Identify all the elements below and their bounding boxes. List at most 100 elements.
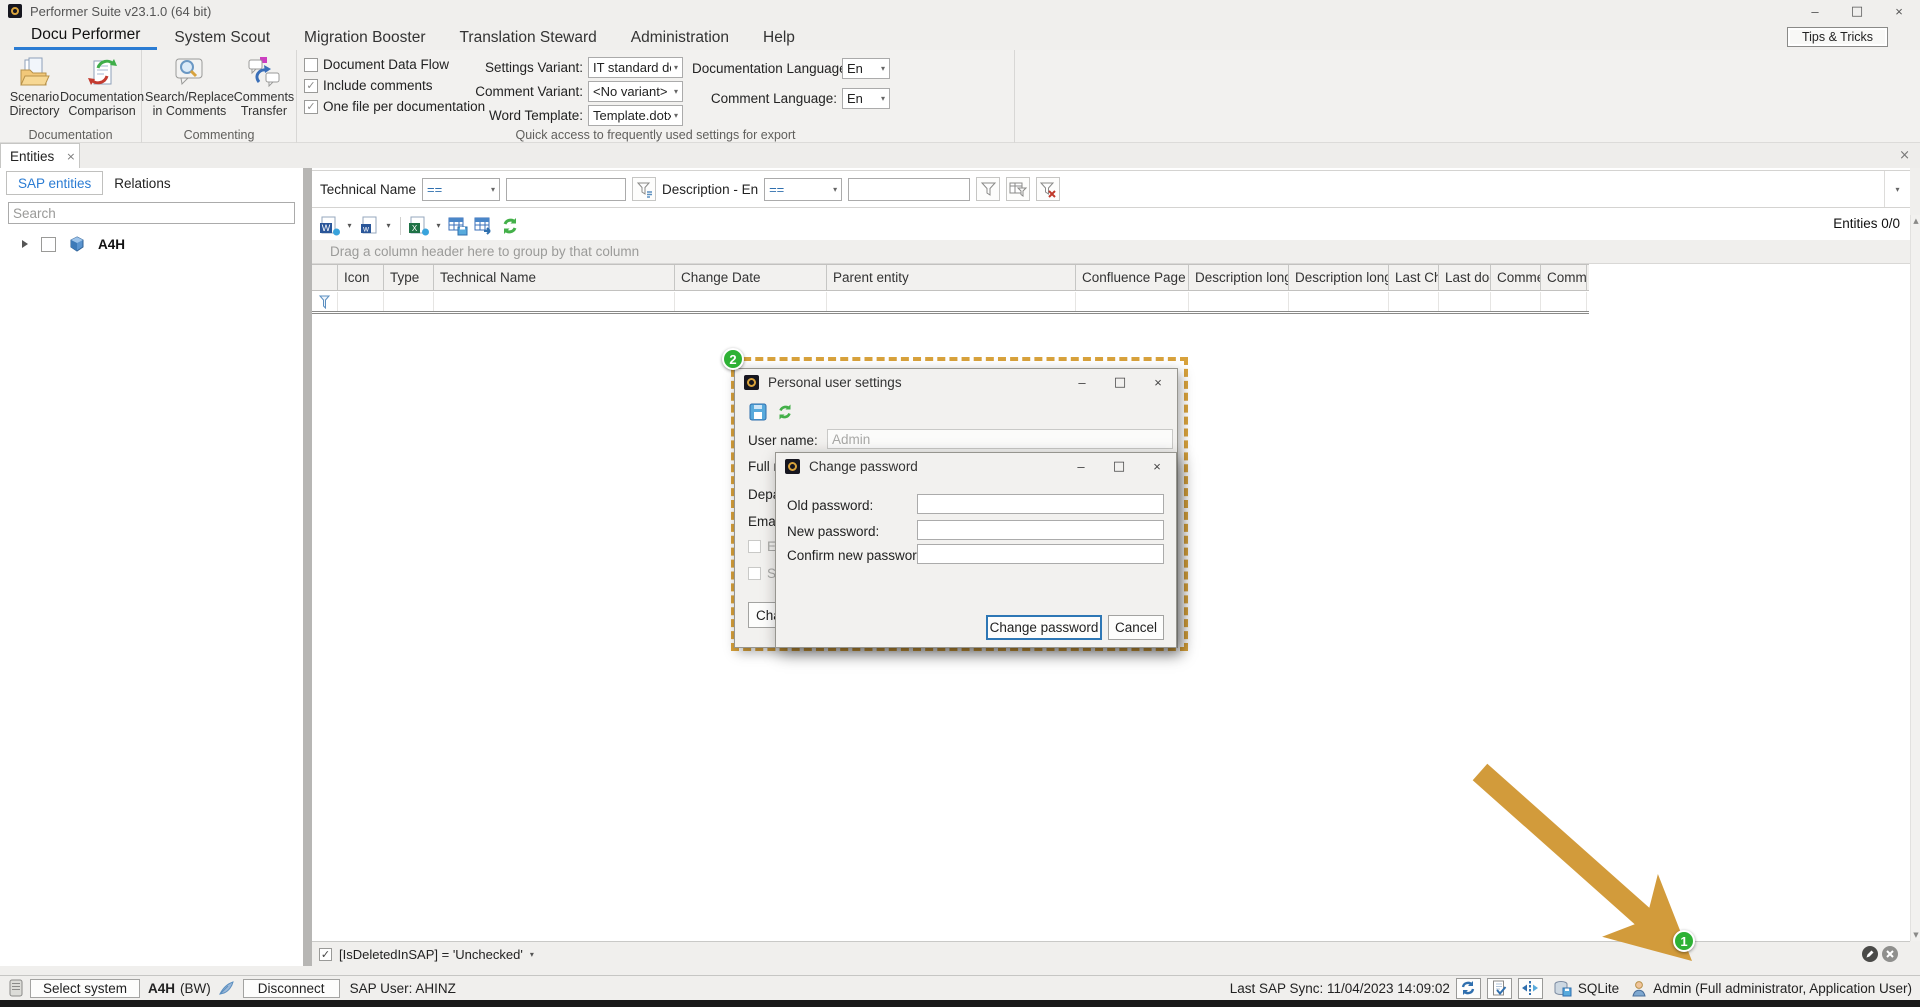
chevron-down-icon[interactable]: ▾ — [383, 221, 394, 230]
scenario-directory-button[interactable]: Scenario Directory — [3, 54, 66, 127]
apply-filter-button[interactable] — [976, 177, 1000, 201]
old-password-input[interactable] — [917, 494, 1164, 514]
dialog-minimize-button[interactable]: – — [1063, 375, 1101, 390]
current-user-label[interactable]: Admin (Full administrator, Application U… — [1653, 981, 1912, 996]
description-filter-input[interactable] — [848, 178, 970, 201]
filter-expression[interactable]: [IsDeletedInSAP] = 'Unchecked' — [339, 947, 523, 962]
comment-variant-select[interactable]: <No variant> ▾ — [588, 81, 683, 102]
settings-variant-select[interactable]: IT standard document... ▾ — [588, 57, 683, 78]
column-header-parent-entity[interactable]: Parent entity — [827, 265, 1076, 290]
save-grid-layout-button[interactable] — [446, 214, 470, 237]
dialog-close-button[interactable]: × — [1138, 459, 1176, 474]
change-password-button[interactable]: Change password — [986, 615, 1102, 640]
chevron-down-icon[interactable]: ▾ — [344, 221, 355, 230]
ribbon-tab-migration-booster[interactable]: Migration Booster — [287, 25, 442, 50]
documentation-comparison-button[interactable]: Documentation Comparison — [66, 54, 138, 127]
checkbox-one-file-per-documentation[interactable]: ✓ One file per documentation — [304, 99, 466, 114]
documentation-language-select[interactable]: En ▾ — [842, 58, 890, 79]
tree-item-a4h[interactable]: A4H — [0, 232, 303, 256]
export-word-single-button[interactable]: w — [357, 214, 381, 237]
select-system-button[interactable]: Select system — [30, 979, 140, 998]
tips-and-tricks-button[interactable]: Tips & Tricks — [1787, 27, 1888, 47]
column-header-comment-co[interactable]: Comment Co... — [1491, 265, 1541, 290]
confirm-password-input[interactable] — [917, 544, 1164, 564]
scroll-down-icon[interactable]: ▼ — [1911, 931, 1920, 939]
dialog-titlebar[interactable]: Change password – □ × — [776, 453, 1176, 480]
tab-relations[interactable]: Relations — [103, 171, 181, 195]
filter-grid-button[interactable] — [1006, 177, 1030, 201]
grid-vertical-scrollbar[interactable]: ▲ ▼ — [1910, 215, 1920, 941]
column-header-description-de[interactable]: Description long - De — [1289, 265, 1389, 290]
ribbon-tab-administration[interactable]: Administration — [614, 25, 746, 50]
checkbox-include-comments[interactable]: ✓ Include comments — [304, 78, 466, 93]
database-label[interactable]: SQLite — [1578, 981, 1619, 996]
panel-close-icon[interactable]: × — [1899, 148, 1910, 163]
ribbon-tab-docu-performer[interactable]: Docu Performer — [14, 22, 157, 50]
filter-cell[interactable] — [1289, 292, 1389, 311]
filter-cell[interactable] — [1389, 292, 1439, 311]
technical-name-filter-input[interactable] — [506, 178, 626, 201]
dialog-maximize-button[interactable]: □ — [1100, 459, 1138, 474]
save-icon[interactable] — [749, 403, 767, 421]
tab-entities[interactable]: Entities × — [0, 143, 80, 168]
column-header-technical-name[interactable]: Technical Name — [434, 265, 675, 290]
filter-cell[interactable] — [434, 292, 675, 311]
cancel-button[interactable]: Cancel — [1108, 615, 1164, 640]
filter-cell[interactable] — [1076, 292, 1189, 311]
new-password-input[interactable] — [917, 520, 1164, 540]
dialog-maximize-button[interactable]: □ — [1101, 375, 1139, 390]
ribbon-tab-system-scout[interactable]: System Scout — [157, 25, 287, 50]
log-document-button[interactable] — [1487, 978, 1512, 999]
filter-cell[interactable] — [1491, 292, 1541, 311]
checkbox-document-data-flow[interactable]: Document Data Flow — [304, 57, 466, 72]
dialog-minimize-button[interactable]: – — [1062, 459, 1100, 474]
checkbox-box[interactable]: ✓ — [304, 100, 318, 114]
ribbon-tab-help[interactable]: Help — [746, 25, 812, 50]
filter-settings-button[interactable] — [632, 177, 656, 201]
chevron-down-icon[interactable]: ▾ — [530, 950, 534, 959]
column-header-confluence-page[interactable]: Confluence Page — [1076, 265, 1189, 290]
load-grid-layout-button[interactable] — [472, 214, 496, 237]
tab-sap-entities[interactable]: SAP entities — [6, 171, 103, 195]
description-operator-select[interactable]: == ▾ — [764, 178, 842, 201]
dialog-close-button[interactable]: × — [1139, 375, 1177, 390]
ribbon-tab-translation-steward[interactable]: Translation Steward — [443, 25, 614, 50]
sync-button[interactable] — [1456, 978, 1481, 999]
window-close-button[interactable]: × — [1878, 4, 1920, 19]
word-template-select[interactable]: Template.dotx (Local) ▾ — [588, 105, 683, 126]
checkbox-box[interactable]: ✓ — [304, 79, 318, 93]
filter-cell[interactable] — [384, 292, 434, 311]
tab-close-icon[interactable]: × — [66, 150, 75, 163]
expand-arrow-icon[interactable] — [22, 240, 28, 248]
column-header-description-en[interactable]: Description long - En — [1189, 265, 1289, 290]
export-word-button[interactable]: W — [318, 214, 342, 237]
comments-transfer-button[interactable]: Comments Transfer — [234, 54, 294, 127]
clear-filter-button[interactable] — [1036, 177, 1060, 201]
technical-name-operator-select[interactable]: == ▾ — [422, 178, 500, 201]
tree-item-checkbox[interactable] — [41, 237, 56, 252]
checkbox-box[interactable] — [304, 58, 318, 72]
column-header-last-change[interactable]: Last Change... — [1389, 265, 1439, 290]
export-excel-button[interactable]: X — [407, 214, 431, 237]
close-filter-icon[interactable] — [1882, 946, 1898, 962]
refresh-grid-button[interactable] — [498, 214, 522, 237]
column-header-last-doc[interactable]: Last doc. — [1439, 265, 1491, 290]
search-replace-comments-button[interactable]: Search/Replace in Comments — [145, 54, 234, 127]
filter-cell[interactable] — [675, 292, 827, 311]
edit-filter-icon[interactable] — [1862, 946, 1878, 962]
panel-splitter[interactable] — [303, 168, 312, 966]
filter-cell[interactable] — [1541, 292, 1587, 311]
dialog-titlebar[interactable]: Personal user settings – □ × — [735, 369, 1177, 396]
refresh-icon[interactable] — [776, 403, 794, 421]
column-header-comment-st[interactable]: Comment St... — [1541, 265, 1587, 290]
chevron-down-icon[interactable]: ▾ — [433, 221, 444, 230]
compare-settings-button[interactable] — [1518, 978, 1543, 999]
disconnect-button[interactable]: Disconnect — [243, 979, 340, 998]
column-header-type[interactable]: Type — [384, 265, 434, 290]
search-input[interactable] — [8, 202, 295, 224]
comment-language-select[interactable]: En ▾ — [842, 88, 890, 109]
scroll-up-icon[interactable]: ▲ — [1911, 217, 1920, 225]
filter-cell[interactable] — [1189, 292, 1289, 311]
filter-cell[interactable] — [1439, 292, 1491, 311]
filter-enabled-checkbox[interactable]: ✓ — [319, 948, 332, 961]
